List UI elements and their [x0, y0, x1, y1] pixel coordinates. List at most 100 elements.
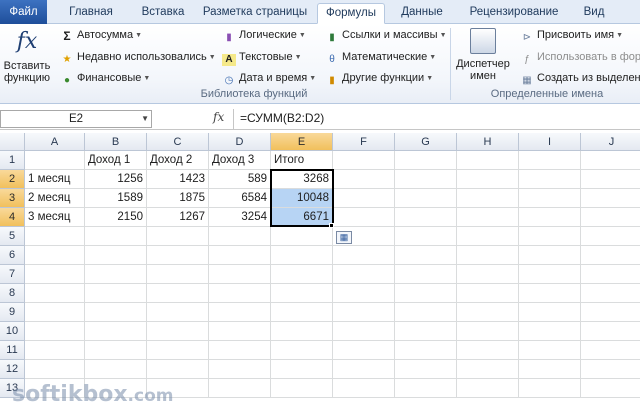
cell-g13[interactable]: [395, 379, 457, 398]
cell-b6[interactable]: [85, 246, 147, 265]
select-all-corner[interactable]: [0, 133, 25, 151]
tab-home[interactable]: Главная: [52, 3, 130, 24]
row-header-6[interactable]: 6: [0, 246, 25, 265]
tab-insert[interactable]: Вставка: [130, 3, 196, 24]
cell-f7[interactable]: [333, 265, 395, 284]
assign-name-button[interactable]: ⊳ Присвоить имя ▼: [520, 28, 623, 44]
recent-button[interactable]: ★ Недавно использовались ▼: [60, 50, 216, 66]
cell-e3[interactable]: 10048: [271, 189, 333, 208]
row-header-3[interactable]: 3: [0, 189, 25, 208]
math-button[interactable]: θ Математические ▼: [325, 50, 436, 66]
insert-function-fx-icon[interactable]: fx: [213, 110, 224, 124]
cell-b7[interactable]: [85, 265, 147, 284]
cell-a7[interactable]: [25, 265, 85, 284]
cell-j6[interactable]: [581, 246, 640, 265]
cell-i1[interactable]: [519, 151, 581, 170]
cell-h3[interactable]: [457, 189, 519, 208]
cell-i3[interactable]: [519, 189, 581, 208]
column-header-a[interactable]: A: [25, 133, 85, 151]
row-header-11[interactable]: 11: [0, 341, 25, 360]
cell-a3[interactable]: 2 месяц: [25, 189, 85, 208]
cell-g2[interactable]: [395, 170, 457, 189]
cell-g9[interactable]: [395, 303, 457, 322]
cell-e2[interactable]: 3268: [271, 170, 333, 189]
cell-a9[interactable]: [25, 303, 85, 322]
datetime-button[interactable]: ◷ Дата и время ▼: [222, 71, 317, 87]
cell-b1[interactable]: Доход 1: [85, 151, 147, 170]
cell-e10[interactable]: [271, 322, 333, 341]
cell-d8[interactable]: [209, 284, 271, 303]
cell-d6[interactable]: [209, 246, 271, 265]
column-header-f[interactable]: F: [333, 133, 395, 151]
cell-h11[interactable]: [457, 341, 519, 360]
cell-h2[interactable]: [457, 170, 519, 189]
cell-d4[interactable]: 3254: [209, 208, 271, 227]
cell-i7[interactable]: [519, 265, 581, 284]
cell-c1[interactable]: Доход 2: [147, 151, 209, 170]
cell-d2[interactable]: 589: [209, 170, 271, 189]
row-header-5[interactable]: 5: [0, 227, 25, 246]
row-header-1[interactable]: 1: [0, 151, 25, 170]
fill-handle[interactable]: [329, 223, 334, 228]
cell-d1[interactable]: Доход 3: [209, 151, 271, 170]
autofill-options-icon[interactable]: ▦: [336, 231, 352, 244]
insert-function-button[interactable]: fx Вставить функцию: [2, 28, 52, 84]
column-header-e[interactable]: E: [271, 133, 333, 151]
cell-c12[interactable]: [147, 360, 209, 379]
cell-e1[interactable]: Итого: [271, 151, 333, 170]
cell-h10[interactable]: [457, 322, 519, 341]
cell-a6[interactable]: [25, 246, 85, 265]
cell-b11[interactable]: [85, 341, 147, 360]
cell-g7[interactable]: [395, 265, 457, 284]
text-button[interactable]: A Текстовые ▼: [222, 50, 302, 66]
financial-button[interactable]: ● Финансовые ▼: [60, 71, 150, 87]
cell-i11[interactable]: [519, 341, 581, 360]
cell-d3[interactable]: 6584: [209, 189, 271, 208]
column-header-g[interactable]: G: [395, 133, 457, 151]
cell-f8[interactable]: [333, 284, 395, 303]
cell-a4[interactable]: 3 месяц: [25, 208, 85, 227]
cell-h12[interactable]: [457, 360, 519, 379]
cell-b3[interactable]: 1589: [85, 189, 147, 208]
cell-d5[interactable]: [209, 227, 271, 246]
cell-g1[interactable]: [395, 151, 457, 170]
cell-g12[interactable]: [395, 360, 457, 379]
logical-button[interactable]: ▮ Логические ▼: [222, 28, 306, 44]
cell-d9[interactable]: [209, 303, 271, 322]
cell-g3[interactable]: [395, 189, 457, 208]
cell-j9[interactable]: [581, 303, 640, 322]
cell-h9[interactable]: [457, 303, 519, 322]
cell-b10[interactable]: [85, 322, 147, 341]
cell-d12[interactable]: [209, 360, 271, 379]
cell-e5[interactable]: [271, 227, 333, 246]
column-header-b[interactable]: B: [85, 133, 147, 151]
cell-j1[interactable]: [581, 151, 640, 170]
more-functions-button[interactable]: ▮ Другие функции ▼: [325, 71, 433, 87]
cell-c4[interactable]: 1267: [147, 208, 209, 227]
cell-j11[interactable]: [581, 341, 640, 360]
cell-j2[interactable]: [581, 170, 640, 189]
cell-a1[interactable]: [25, 151, 85, 170]
cell-b8[interactable]: [85, 284, 147, 303]
create-from-selection-button[interactable]: ▦ Создать из выделен: [520, 71, 640, 87]
row-header-10[interactable]: 10: [0, 322, 25, 341]
cell-j13[interactable]: [581, 379, 640, 398]
cell-a12[interactable]: [25, 360, 85, 379]
cell-e11[interactable]: [271, 341, 333, 360]
cell-g6[interactable]: [395, 246, 457, 265]
cell-a2[interactable]: 1 месяц: [25, 170, 85, 189]
cell-g5[interactable]: [395, 227, 457, 246]
cell-i13[interactable]: [519, 379, 581, 398]
column-header-c[interactable]: C: [147, 133, 209, 151]
cell-e12[interactable]: [271, 360, 333, 379]
cell-h7[interactable]: [457, 265, 519, 284]
cell-e13[interactable]: [271, 379, 333, 398]
cell-i9[interactable]: [519, 303, 581, 322]
cell-d13[interactable]: [209, 379, 271, 398]
cell-g8[interactable]: [395, 284, 457, 303]
cell-d7[interactable]: [209, 265, 271, 284]
cell-b9[interactable]: [85, 303, 147, 322]
column-header-j[interactable]: J: [581, 133, 640, 151]
tab-file[interactable]: Файл: [0, 0, 47, 24]
cell-b12[interactable]: [85, 360, 147, 379]
